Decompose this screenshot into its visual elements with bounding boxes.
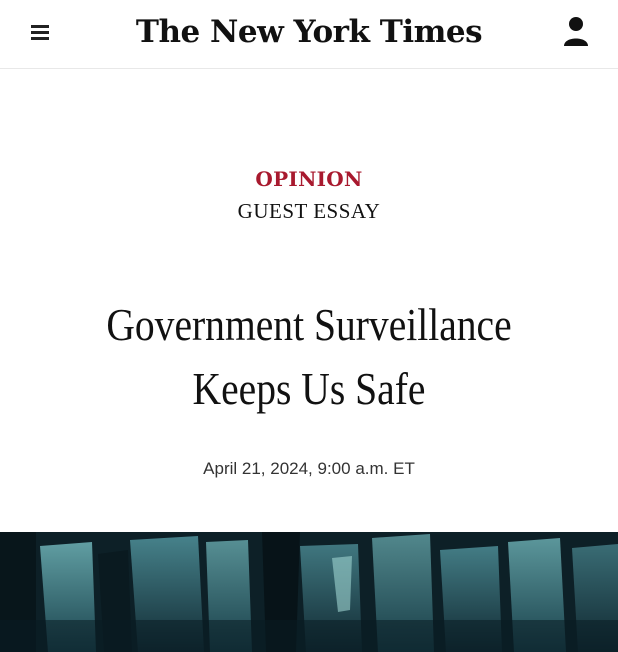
user-account-icon [564, 17, 588, 46]
section-kicker[interactable]: OPINION [0, 167, 618, 191]
nyt-logo[interactable]: The New York Times [0, 10, 618, 54]
article-headline: Government Surveillance Keeps Us Safe [106, 299, 512, 414]
site-header: The New York Times [0, 0, 618, 69]
hero-image [0, 532, 618, 652]
article-dateline: April 21, 2024, 9:00 a.m. ET [203, 459, 415, 478]
essay-type-label: GUEST ESSAY [237, 199, 381, 223]
account-button[interactable] [561, 15, 591, 49]
